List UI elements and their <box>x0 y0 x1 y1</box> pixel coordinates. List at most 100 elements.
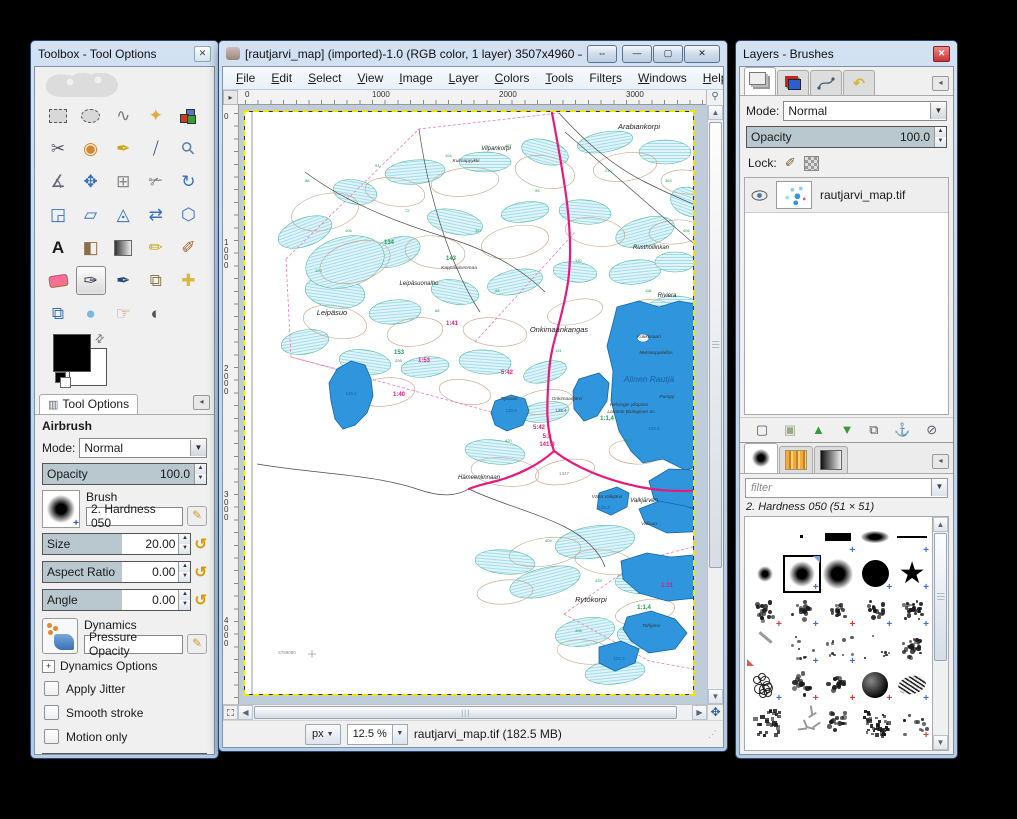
image-titlebar[interactable]: [rautjarvi_map] (imported)-1.0 (RGB colo… <box>221 43 725 64</box>
new-layer-icon[interactable]: ▢ <box>756 422 768 438</box>
align-tool[interactable]: ⊞ <box>108 167 138 196</box>
color-area[interactable]: ⇄ <box>53 334 113 388</box>
rotate-tool[interactable]: ↻ <box>173 167 203 196</box>
vertical-scrollbar[interactable]: ▲ ||| ▼ <box>707 105 723 704</box>
new-group-icon[interactable]: ▣ <box>784 422 796 438</box>
ink-tool[interactable]: ✒ <box>108 266 138 295</box>
brush-item[interactable]: + <box>747 593 783 629</box>
dynamics-options-expander[interactable]: + Dynamics Options <box>42 659 207 673</box>
spinner[interactable]: ▲▼ <box>178 590 190 610</box>
opacity-spinner[interactable]: ▲▼ <box>194 464 206 484</box>
brush-scroll-up-icon[interactable]: ▲ <box>933 517 948 532</box>
foreground-color-swatch[interactable] <box>53 334 91 372</box>
lock-pixels-icon[interactable]: ✐ <box>785 155 796 171</box>
scroll-down-icon[interactable]: ▼ <box>708 689 723 704</box>
opacity-slider[interactable]: Opacity 100.0 ▲▼ <box>42 463 207 485</box>
reset-icon[interactable]: ↺ <box>194 593 207 608</box>
checkbox-icon[interactable] <box>44 681 59 696</box>
select-by-color-tool[interactable] <box>173 101 203 130</box>
menu-image[interactable]: Image <box>392 69 439 87</box>
measure-tool[interactable]: ∡ <box>43 167 73 196</box>
menu-tools[interactable]: Tools <box>538 69 580 87</box>
menu-help[interactable]: Help <box>696 69 724 87</box>
brush-item[interactable]: + <box>894 593 930 629</box>
brush-item[interactable]: + <box>784 630 820 666</box>
anchor-layer-icon[interactable]: ⚓ <box>894 422 910 438</box>
brush-item[interactable] <box>857 704 893 740</box>
tab-layers[interactable] <box>744 67 776 95</box>
tab-patterns[interactable] <box>779 446 813 473</box>
brush-item[interactable]: + <box>821 593 857 629</box>
tab-brushes[interactable] <box>744 443 778 473</box>
brush-scrollbar[interactable]: ▲ ||| ▼ <box>933 516 949 752</box>
brush-item[interactable]: + <box>747 667 783 703</box>
layers-close-button[interactable]: ✕ <box>933 46 950 62</box>
eraser-tool[interactable] <box>43 266 73 295</box>
pencil-tool[interactable]: ✏ <box>141 233 171 262</box>
cage-transform-tool[interactable]: ⬡ <box>173 200 203 229</box>
rectangle-select-tool[interactable] <box>43 101 73 130</box>
layer-opacity-spinner[interactable]: ▲▼ <box>934 127 946 147</box>
spinner[interactable]: ▲▼ <box>178 562 190 582</box>
scissors-select-tool[interactable]: ✂ <box>43 134 73 163</box>
ruler-corner-menu-button[interactable]: ▸ <box>223 90 238 105</box>
checkbox-apply-jitter[interactable]: Apply Jitter <box>44 681 207 696</box>
brushes-menu-button[interactable]: ◂ <box>932 454 949 469</box>
shear-tool[interactable]: ▱ <box>76 200 106 229</box>
brush-item[interactable]: + <box>784 667 820 703</box>
scroll-up-icon[interactable]: ▲ <box>708 105 723 120</box>
brush-item[interactable]: + <box>857 556 893 592</box>
brush-item[interactable] <box>821 556 857 592</box>
scroll-left-icon[interactable]: ◀ <box>238 705 253 720</box>
toolbox-titlebar[interactable]: Toolbox - Tool Options ✕ <box>33 43 216 64</box>
vertical-ruler[interactable]: 01 0 0 02 0 0 03 0 0 04 0 0 0 <box>223 105 239 704</box>
resize-grip[interactable]: ⋰ <box>708 729 717 740</box>
unit-select[interactable]: px ▼ <box>305 724 341 745</box>
horizontal-scrollbar[interactable]: ◀ ||| ▶ ✥ <box>223 704 723 720</box>
menu-file[interactable]: File <box>229 69 262 87</box>
rate-spinner[interactable]: ▲▼ <box>194 754 206 755</box>
raise-layer-icon[interactable]: ▲ <box>812 422 825 437</box>
heal-tool[interactable]: ✚ <box>173 266 203 295</box>
menu-select[interactable]: Select <box>301 69 348 87</box>
text-tool[interactable]: A <box>43 233 73 262</box>
smudge-tool[interactable]: ☞ <box>108 299 138 328</box>
menu-layer[interactable]: Layer <box>442 69 486 87</box>
map-page[interactable]: 8893104467330106723479521036440612088931… <box>245 112 693 694</box>
duplicate-layer-icon[interactable]: ⧉ <box>869 422 878 438</box>
layer-thumbnail[interactable] <box>776 181 812 209</box>
checkbox-smooth-stroke[interactable]: Smooth stroke <box>44 705 207 720</box>
brush-name-field[interactable]: 2. Hardness 050 <box>86 507 183 526</box>
layer-name[interactable]: rautjarvi_map.tif <box>820 188 905 202</box>
lower-layer-icon[interactable]: ▼ <box>841 422 854 437</box>
aspect-ratio-slider[interactable]: Aspect Ratio0.00▲▼ <box>42 561 191 583</box>
brush-item[interactable]: + <box>784 556 820 592</box>
brush-item[interactable] <box>747 519 783 555</box>
mode-select[interactable]: Normal ▼ <box>79 438 207 458</box>
checkbox-icon[interactable] <box>44 729 59 744</box>
brush-item[interactable]: + <box>894 704 930 740</box>
brush-item[interactable]: + <box>894 519 930 555</box>
free-select-tool[interactable]: ∿ <box>108 101 138 130</box>
angle-slider[interactable]: Angle0.00▲▼ <box>42 589 191 611</box>
tab-channels[interactable] <box>777 70 809 95</box>
tab-tool-options[interactable]: ▥ Tool Options <box>39 394 138 414</box>
maximize-button[interactable]: ▢ <box>653 45 683 63</box>
brush-thumbnail[interactable]: + <box>42 490 80 528</box>
edit-brush-icon[interactable]: ✎ <box>187 506 207 526</box>
flip-tool[interactable]: ⇄ <box>141 200 171 229</box>
zoom-fit-icon[interactable]: ⚲ <box>706 90 723 105</box>
navigation-icon[interactable]: ✥ <box>707 705 723 720</box>
checkbox-icon[interactable] <box>44 705 59 720</box>
size-slider[interactable]: Size20.00▲▼ <box>42 533 191 555</box>
layers-titlebar[interactable]: Layers - Brushes ✕ <box>738 43 955 64</box>
brush-item[interactable] <box>747 630 783 666</box>
tab-undo-history[interactable]: ↶ <box>843 70 875 95</box>
default-colors-icon-bg[interactable] <box>60 377 71 388</box>
close-button[interactable]: ✕ <box>684 45 720 63</box>
menu-filters[interactable]: Filters <box>582 69 629 87</box>
edit-dynamics-icon[interactable]: ✎ <box>187 634 207 654</box>
layer-row[interactable]: rautjarvi_map.tif <box>745 178 948 213</box>
canvas[interactable]: 8893104467330106723479521036440612088931… <box>239 105 707 704</box>
scale-tool[interactable]: ◲ <box>43 200 73 229</box>
